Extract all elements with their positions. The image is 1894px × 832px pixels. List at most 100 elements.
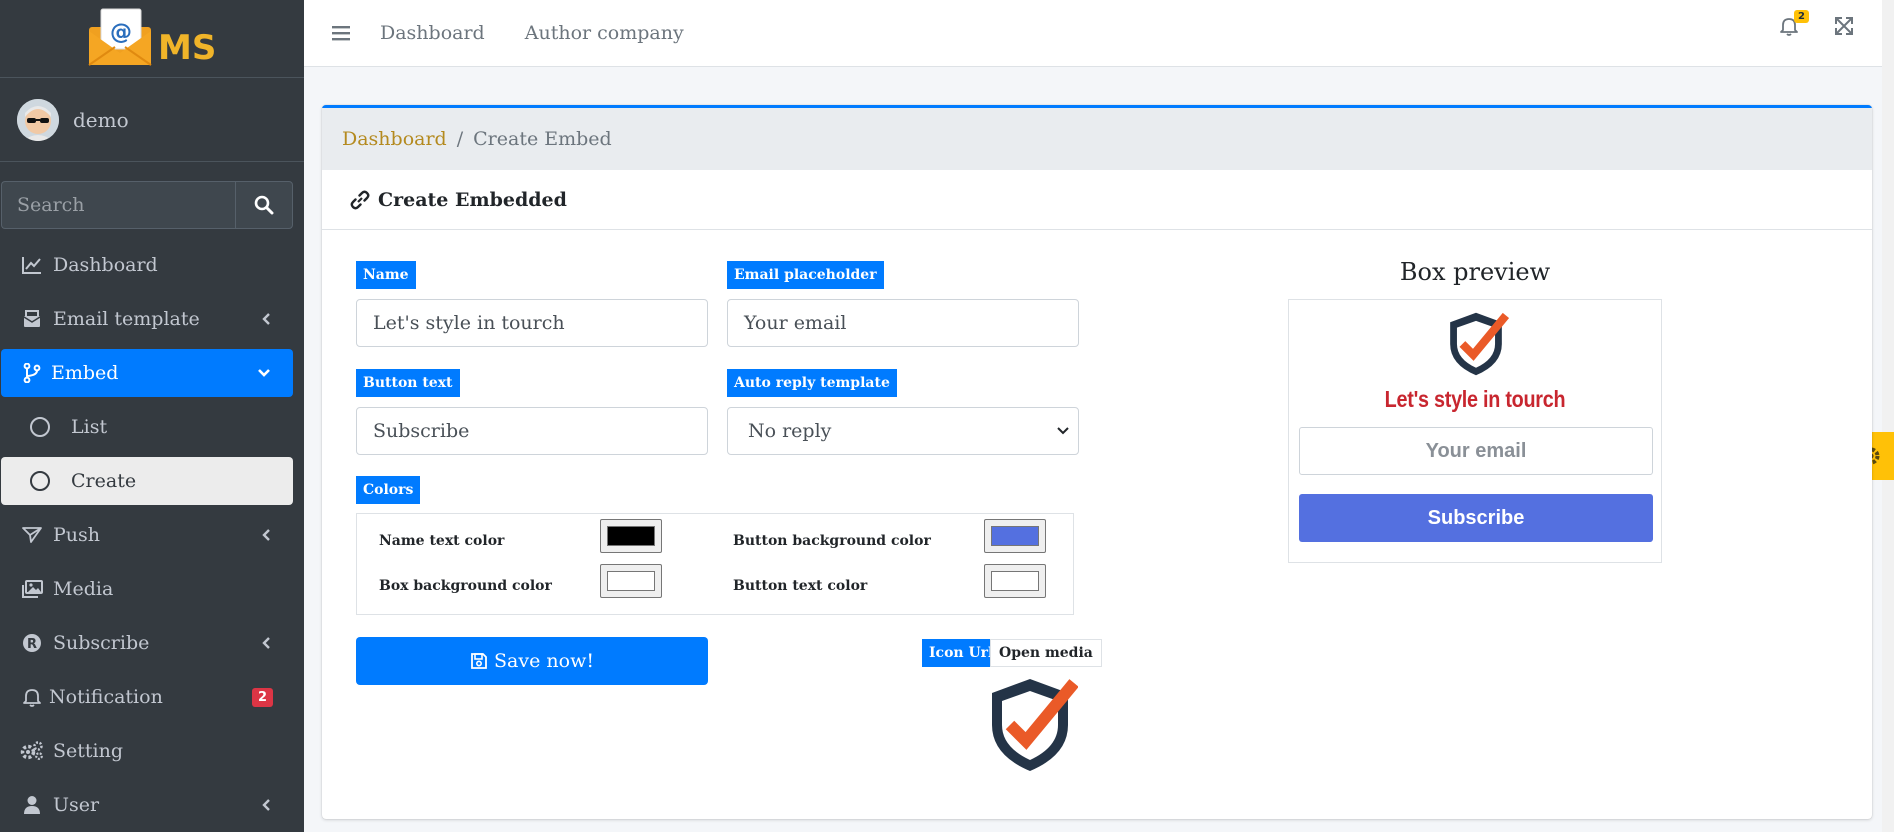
name-input[interactable]: Let's style in tourch: [356, 299, 708, 347]
sidebar-item-label: Embed: [51, 362, 119, 384]
notification-count-badge: 2: [1794, 10, 1809, 23]
name-text-color-picker[interactable]: [600, 519, 662, 553]
chevron-down-icon: [1057, 427, 1069, 435]
preview-icon: [1443, 310, 1510, 382]
sidebar-item-notification[interactable]: Notification 2: [1, 673, 293, 721]
user-name: demo: [73, 107, 129, 132]
sidebar-item-email-template[interactable]: Email template: [1, 295, 293, 343]
create-embed-card: Dashboard / Create Embed Create Embedded…: [322, 105, 1872, 819]
auto-reply-selected: No reply: [748, 420, 832, 442]
notifications-button[interactable]: 2: [1780, 10, 1809, 40]
bell-icon: [23, 689, 41, 707]
page-scrollbar[interactable]: [1882, 0, 1894, 832]
link-icon: [350, 190, 370, 209]
breadcrumb: Dashboard / Create Embed: [322, 108, 1872, 170]
card-header: Create Embedded: [322, 170, 1872, 230]
notification-badge: 2: [251, 687, 273, 707]
breadcrumb-home-link[interactable]: Dashboard: [342, 128, 447, 150]
sidebar-item-label: Media: [53, 578, 114, 600]
icon-url-label: Icon Url: [922, 639, 1001, 667]
sidebar-item-list[interactable]: List: [1, 403, 293, 451]
circle-outline-icon: [30, 471, 50, 491]
button-text-color-picker[interactable]: [984, 564, 1046, 598]
svg-text:@: @: [110, 20, 132, 45]
top-right-tools: 2: [1780, 10, 1854, 40]
sidebar-item-label: List: [71, 416, 108, 438]
email-placeholder-input[interactable]: Your email: [727, 299, 1079, 347]
brand-text: MS: [158, 28, 217, 68]
search-icon: [254, 195, 274, 215]
sidebar-item-media[interactable]: Media: [1, 565, 293, 613]
top-link-author-company[interactable]: Author company: [525, 22, 684, 44]
sidebar-item-dashboard[interactable]: Dashboard: [1, 241, 293, 289]
chart-line-icon: [22, 257, 41, 274]
sidebar: @ MS demo Search Dashboard Email templat…: [0, 0, 304, 832]
sidebar-item-label: Email template: [53, 308, 200, 330]
chevron-left-icon: [262, 637, 270, 649]
button-text-color-label: Button text color: [733, 578, 868, 594]
paper-plane-icon: [22, 527, 42, 543]
breadcrumb-current: Create Embed: [473, 128, 612, 150]
avatar: [17, 98, 59, 141]
sidebar-item-label: Push: [53, 524, 101, 546]
expand-arrows-icon: [1835, 17, 1853, 35]
preview-subscribe-button[interactable]: Subscribe: [1299, 494, 1653, 542]
user-panel[interactable]: demo: [0, 78, 304, 162]
chevron-left-icon: [262, 529, 270, 541]
sidebar-item-label: Setting: [53, 740, 124, 762]
name-text-color-label: Name text color: [379, 533, 505, 549]
auto-reply-select[interactable]: No reply: [727, 407, 1079, 455]
preview-email-input[interactable]: Your email: [1299, 427, 1653, 475]
sidebar-item-label: Subscribe: [53, 632, 150, 654]
sidebar-item-setting[interactable]: Setting: [1, 727, 293, 775]
sidebar-item-embed[interactable]: Embed: [1, 349, 293, 397]
colors-panel: Name text color Button background color …: [356, 513, 1074, 615]
images-icon: [22, 580, 43, 598]
top-link-dashboard[interactable]: Dashboard: [380, 22, 485, 44]
search-button[interactable]: [235, 181, 293, 229]
email-placeholder-label: Email placeholder: [727, 261, 884, 289]
sidebar-item-label: Create: [71, 470, 137, 492]
mail-bulk-icon: [23, 310, 41, 327]
chevron-down-icon: [258, 369, 270, 377]
preview-name: Let's style in tourch: [1384, 386, 1566, 412]
name-label: Name: [356, 261, 416, 289]
button-bg-color-picker[interactable]: [984, 519, 1046, 553]
open-media-button[interactable]: Open media: [990, 639, 1102, 667]
button-bg-color-label: Button background color: [733, 533, 931, 549]
box-bg-color-label: Box background color: [379, 578, 552, 594]
colors-label: Colors: [356, 476, 421, 504]
brand-logo[interactable]: @ MS: [0, 0, 304, 78]
chevron-left-icon: [262, 313, 270, 325]
shield-check-icon: [992, 679, 1079, 771]
button-text-label: Button text: [356, 369, 460, 397]
sidebar-item-label: Dashboard: [53, 254, 158, 276]
hamburger-icon: [332, 26, 350, 41]
save-button[interactable]: Save now!: [356, 637, 708, 685]
sidebar-search: [1, 181, 293, 229]
user-avatar-icon: [17, 98, 59, 141]
save-button-label: Save now!: [494, 650, 594, 672]
box-bg-color-picker[interactable]: [600, 564, 662, 598]
sidebar-item-subscribe[interactable]: R Subscribe: [1, 619, 293, 667]
top-navbar: Dashboard Author company 2: [304, 0, 1894, 67]
svg-text:R: R: [27, 637, 37, 652]
menu-toggle-button[interactable]: [332, 25, 350, 41]
search-input[interactable]: [1, 181, 235, 229]
auto-reply-label: Auto reply template: [727, 369, 897, 397]
page-title: Create Embedded: [378, 188, 567, 211]
cogs-icon: [20, 741, 43, 760]
breadcrumb-separator: /: [456, 128, 464, 150]
fullscreen-button[interactable]: [1834, 16, 1854, 40]
registered-icon: R: [23, 634, 41, 652]
box-preview: Let's style in tourch Your email Subscri…: [1288, 299, 1662, 563]
save-icon: [471, 653, 487, 669]
box-preview-title: Box preview: [1399, 258, 1551, 286]
button-text-input[interactable]: Subscribe: [356, 407, 708, 455]
sidebar-item-push[interactable]: Push: [1, 511, 293, 559]
sidebar-item-create[interactable]: Create: [1, 457, 293, 505]
sidebar-item-user[interactable]: User: [1, 781, 293, 829]
user-icon: [24, 796, 40, 814]
sidebar-item-label: User: [53, 794, 100, 816]
code-branch-icon: [23, 363, 41, 383]
